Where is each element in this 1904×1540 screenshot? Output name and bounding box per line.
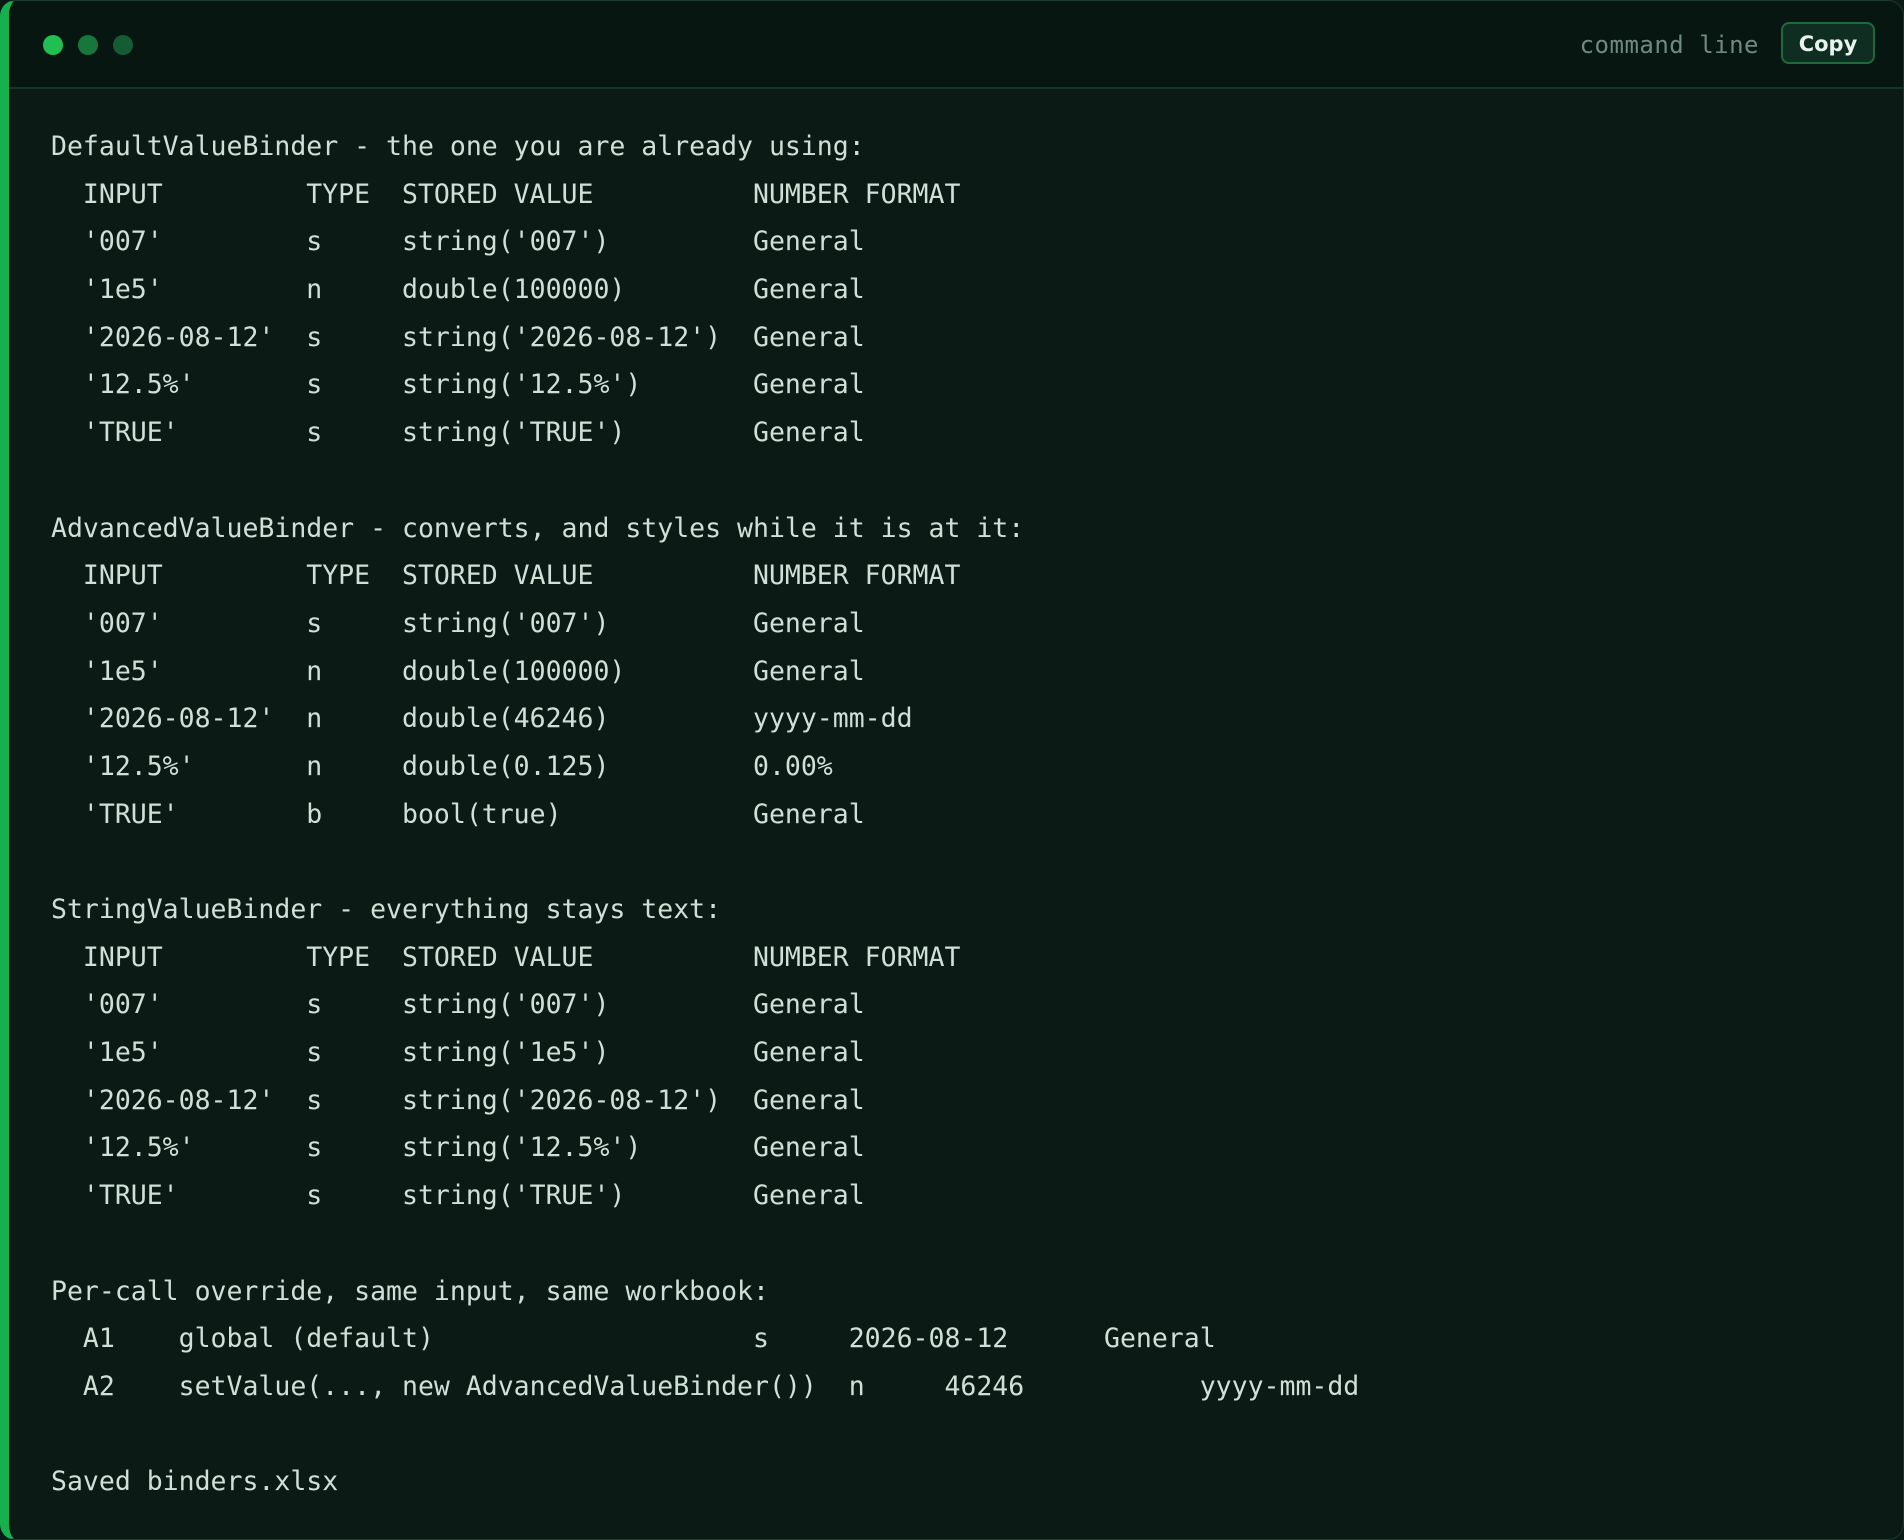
output-line: '12.5%' s string('12.5%') General (51, 1132, 865, 1164)
window-dot-dark-icon[interactable] (113, 35, 133, 55)
output-line: Per-call override, same input, same work… (51, 1275, 769, 1307)
output-line: '2026-08-12' n double(46246) yyyy-mm-dd (51, 703, 913, 735)
output-line: AdvancedValueBinder - converts, and styl… (51, 512, 1025, 544)
output-line: 'TRUE' s string('TRUE') General (51, 1180, 865, 1212)
output-line: '12.5%' n double(0.125) 0.00% (51, 750, 833, 782)
terminal-output: DefaultValueBinder - the one you are alr… (51, 123, 1359, 1506)
window-dot-mid-icon[interactable] (78, 35, 98, 55)
output-line: '007' s string('007') General (51, 607, 865, 639)
terminal-window: command line Copy DefaultValueBinder - t… (0, 0, 1904, 1540)
output-line: '2026-08-12' s string('2026-08-12') Gene… (51, 321, 865, 353)
output-line: '007' s string('007') General (51, 989, 865, 1021)
output-line: INPUT TYPE STORED VALUE NUMBER FORMAT (51, 560, 961, 592)
output-line: '2026-08-12' s string('2026-08-12') Gene… (51, 1084, 865, 1116)
copy-button[interactable]: Copy (1781, 22, 1875, 64)
output-line: DefaultValueBinder - the one you are alr… (51, 131, 865, 162)
output-line: 'TRUE' s string('TRUE') General (51, 417, 865, 449)
output-line: A1 global (default) s 2026-08-12 General (51, 1323, 1216, 1355)
output-line: 'TRUE' b bool(true) General (51, 798, 865, 830)
terminal-label: command line (1579, 31, 1759, 59)
output-line: '12.5%' s string('12.5%') General (51, 369, 865, 401)
output-line: A2 setValue(..., new AdvancedValueBinder… (51, 1370, 1360, 1402)
output-line: INPUT TYPE STORED VALUE NUMBER FORMAT (51, 178, 961, 210)
output-line: '007' s string('007') General (51, 226, 865, 258)
terminal-titlebar: command line Copy (9, 1, 1903, 89)
output-line: '1e5' s string('1e5') General (51, 1037, 865, 1069)
output-line: Saved binders.xlsx (51, 1466, 339, 1498)
output-line: '1e5' n double(100000) General (51, 274, 865, 306)
window-dot-green-icon[interactable] (43, 35, 63, 55)
output-line: '1e5' n double(100000) General (51, 655, 865, 687)
output-line: StringValueBinder - everything stays tex… (51, 894, 722, 925)
output-line: INPUT TYPE STORED VALUE NUMBER FORMAT (51, 941, 961, 973)
